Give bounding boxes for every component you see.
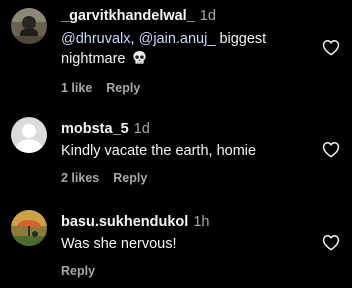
skull-icon xyxy=(132,50,146,64)
user-photo-icon xyxy=(11,210,47,246)
reply-button[interactable]: Reply xyxy=(61,264,95,278)
likes-count[interactable]: 1 like xyxy=(61,81,92,95)
reply-button[interactable]: Reply xyxy=(106,81,140,95)
heart-icon[interactable] xyxy=(322,234,340,251)
avatar[interactable] xyxy=(11,8,47,44)
avatar[interactable] xyxy=(11,117,47,153)
likes-count[interactable]: 2 likes xyxy=(61,171,99,185)
timestamp: 1d xyxy=(133,121,150,137)
heart-icon[interactable] xyxy=(322,39,340,56)
comment-text: nightmare xyxy=(61,51,126,67)
comment-text: Was she nervous! xyxy=(61,236,177,252)
separator: , xyxy=(130,31,135,47)
user-photo-icon xyxy=(11,8,47,44)
reply-button[interactable]: Reply xyxy=(113,171,147,185)
default-avatar-icon xyxy=(11,117,47,153)
comment-text: Kindly vacate the earth, homie xyxy=(61,143,257,159)
username[interactable]: _garvitkhandelwal_ xyxy=(61,8,195,24)
timestamp: 1d xyxy=(199,8,216,24)
heart-icon[interactable] xyxy=(322,141,340,158)
username[interactable]: basu.sukhendukol xyxy=(61,214,188,230)
timestamp: 1h xyxy=(193,214,210,230)
avatar[interactable] xyxy=(11,210,47,246)
comment-text: biggest xyxy=(219,31,267,47)
mention-link[interactable]: @jain.anuj_ xyxy=(139,31,216,47)
mention-link[interactable]: @dhruvalx xyxy=(61,31,131,47)
username[interactable]: mobsta_5 xyxy=(61,121,129,137)
